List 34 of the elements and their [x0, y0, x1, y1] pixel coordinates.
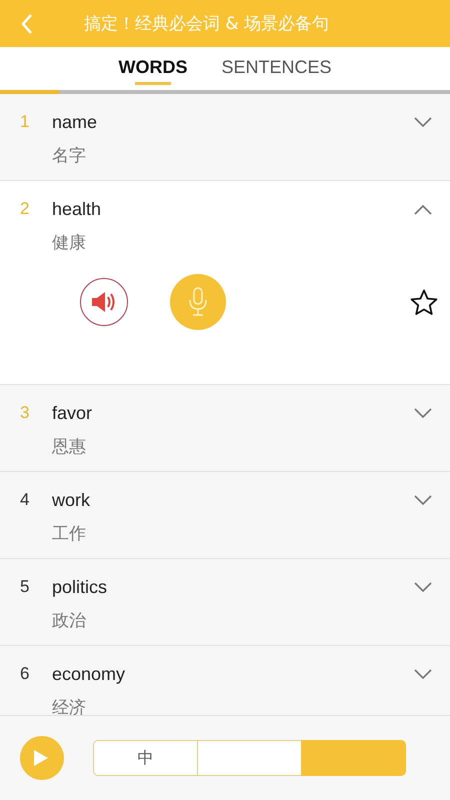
expand-icon[interactable] — [414, 668, 432, 680]
play-icon — [33, 749, 49, 767]
word-text: favor — [52, 402, 94, 424]
mode-segment[interactable]: 中 — [93, 740, 198, 776]
word-text: politics — [52, 576, 108, 598]
word-text: work — [52, 490, 92, 510]
word-number: 6 — [19, 664, 30, 684]
collapse-icon[interactable] — [414, 204, 432, 214]
word-number: 4 — [19, 490, 30, 510]
expand-icon[interactable] — [414, 582, 432, 592]
expand-icon[interactable] — [414, 116, 432, 128]
word-number: 1 — [19, 112, 30, 132]
word-meaning: 健康 — [52, 232, 86, 254]
speaker-button[interactable] — [80, 278, 128, 326]
expand-icon[interactable] — [414, 408, 432, 418]
tab[interactable]: SENTENCES — [221, 47, 332, 90]
back-icon — [20, 12, 34, 34]
word-number: 2 — [19, 199, 30, 219]
word-text: name — [52, 112, 98, 132]
speaker-icon — [91, 291, 117, 313]
word-meaning: 工作 — [52, 523, 86, 545]
word-number: 5 — [19, 577, 30, 597]
word-meaning: 名字 — [52, 145, 86, 167]
microphone-icon — [188, 287, 208, 317]
expand-icon[interactable] — [414, 494, 432, 506]
page-title: 搞定！经典必会词 & 场景必备句 — [84, 13, 330, 35]
word-number: 3 — [19, 403, 30, 423]
word-meaning: 恩惠 — [52, 436, 86, 458]
tab[interactable]: WORDS — [118, 47, 188, 90]
word-text: health — [52, 198, 102, 220]
word-text: economy — [52, 664, 126, 684]
word-row[interactable]: 2 health 健康 — [0, 181, 450, 385]
word-meaning: 政治 — [52, 610, 86, 632]
star-icon[interactable] — [410, 288, 438, 316]
